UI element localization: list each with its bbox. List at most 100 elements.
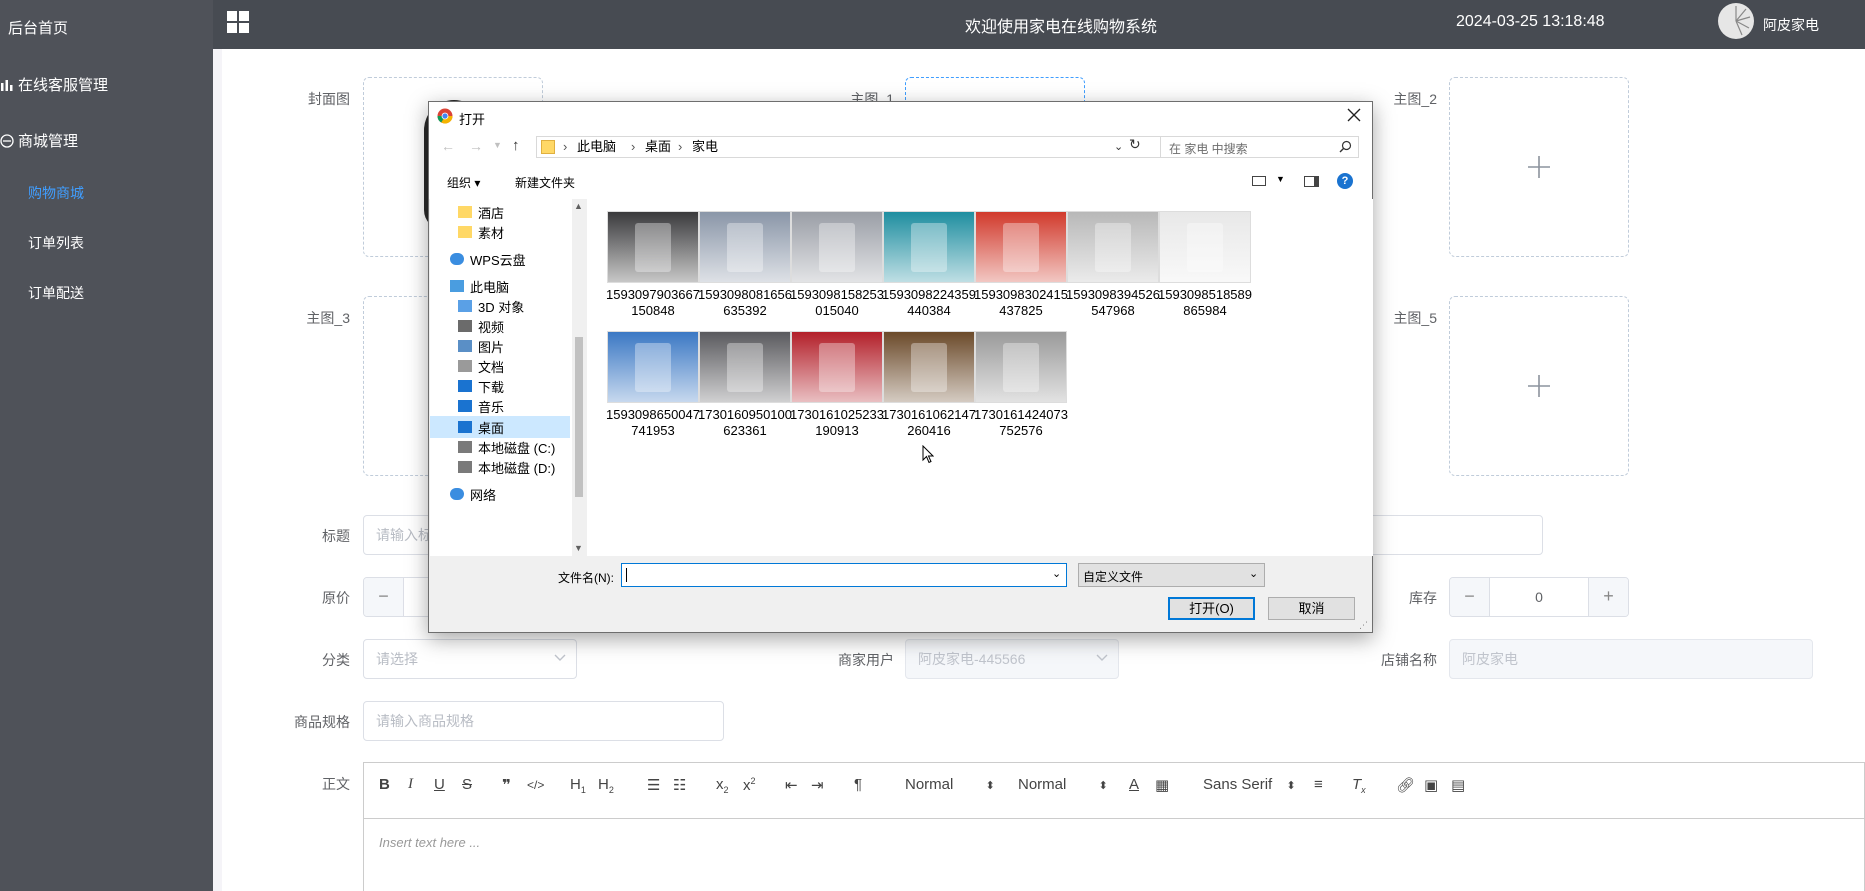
outdent-icon[interactable]: ⇤	[785, 776, 798, 794]
breadcrumb-this-pc[interactable]: 此电脑	[577, 137, 616, 157]
chevron-down-icon[interactable]: ⌄	[1052, 567, 1061, 580]
editor-body[interactable]: Insert text here ...	[379, 835, 480, 850]
main5-upload[interactable]	[1449, 296, 1629, 476]
sidebar-item-delivery[interactable]: 订单配送	[28, 283, 84, 303]
nav-item[interactable]: 3D 对象	[430, 295, 570, 317]
link-icon[interactable]: 🔗︎	[1396, 776, 1415, 794]
file-item[interactable]: 1593098394526 547968	[1061, 211, 1165, 319]
main2-upload[interactable]	[1449, 77, 1629, 257]
category-label: 分类	[322, 652, 350, 668]
file-item[interactable]: 1593097903667 150848	[601, 211, 705, 319]
close-icon[interactable]	[1347, 108, 1361, 122]
forward-arrow-icon[interactable]: →	[469, 138, 483, 154]
nav-item[interactable]: 下载	[430, 375, 570, 397]
bullet-list-icon[interactable]: ☷	[673, 776, 686, 794]
decrement-button[interactable]: −	[364, 578, 404, 616]
align-icon[interactable]: ≡	[1314, 776, 1323, 793]
clear-format-icon[interactable]: Tx	[1352, 776, 1366, 795]
sidebar-item-shop[interactable]: 商城管理	[0, 130, 78, 151]
nav-item[interactable]: 音乐	[430, 395, 570, 417]
blockquote-icon[interactable]: ❞	[502, 776, 511, 794]
nav-item[interactable]: 酒店	[430, 201, 570, 223]
code-block-icon[interactable]: </>	[527, 778, 544, 792]
view-icon[interactable]	[1252, 176, 1266, 186]
filename-input[interactable]: ⌄	[621, 563, 1067, 587]
nav-item[interactable]: 文档	[430, 355, 570, 377]
recent-chevron-icon[interactable]: ▼	[493, 140, 502, 150]
superscript-icon[interactable]: x2	[743, 776, 756, 794]
refresh-icon[interactable]: ↻	[1129, 136, 1141, 153]
nav-item[interactable]: 桌面	[430, 416, 570, 438]
view-chevron-icon[interactable]: ▼	[1276, 174, 1285, 184]
category-select[interactable]: 请选择	[363, 639, 577, 679]
font-color-icon[interactable]: A	[1129, 776, 1139, 793]
strike-icon[interactable]: S	[462, 776, 472, 793]
grid-menu-icon[interactable]	[227, 11, 249, 33]
nav-item[interactable]: 本地磁盘 (D:)	[430, 456, 570, 478]
file-item[interactable]: 1730161062147 260416	[877, 331, 981, 439]
up-arrow-icon[interactable]: ↑	[512, 137, 520, 154]
search-input[interactable]: 在 家电 中搜索	[1160, 136, 1359, 158]
ordered-list-icon[interactable]: ☰	[647, 776, 660, 794]
nav-item[interactable]: 此电脑	[430, 275, 570, 297]
sidebar-item-mall[interactable]: 购物商城	[28, 183, 84, 203]
nav-scrollbar[interactable]: ▲ ▼	[572, 199, 585, 556]
open-button[interactable]: 打开(O)	[1168, 597, 1255, 620]
sidebar-item-service[interactable]: 在线客服管理	[0, 74, 108, 95]
nav-item[interactable]: 网络	[430, 483, 570, 505]
file-item[interactable]: 1593098158253 015040	[785, 211, 889, 319]
file-item[interactable]: 1593098650047 741953	[601, 331, 705, 439]
decrement-button[interactable]: −	[1450, 578, 1490, 616]
file-item[interactable]: 1593098081656 635392	[693, 211, 797, 319]
nav-item[interactable]: 素材	[430, 221, 570, 243]
username[interactable]: 阿皮家电	[1763, 15, 1819, 35]
search-icon[interactable]	[1339, 140, 1352, 153]
background-color-icon[interactable]: ▦	[1155, 776, 1169, 794]
file-item[interactable]: 1593098518589 865984	[1153, 211, 1257, 319]
filetype-select[interactable]: 自定义文件 ⌄	[1078, 563, 1265, 587]
spec-input[interactable]: 请输入商品规格	[363, 701, 724, 741]
font-select[interactable]: Sans Serif ⬍	[1203, 776, 1296, 793]
merchant-select[interactable]: 阿皮家电-445566	[905, 639, 1119, 679]
nav-item[interactable]: 图片	[430, 335, 570, 357]
header1-icon[interactable]: H1	[570, 776, 586, 795]
bold-icon[interactable]: B	[379, 776, 390, 793]
file-item[interactable]: 1593098302415 437825	[969, 211, 1073, 319]
nav-item[interactable]: WPS云盘	[430, 248, 570, 270]
avatar[interactable]	[1718, 3, 1754, 39]
back-arrow-icon[interactable]: ←	[441, 138, 455, 154]
text-direction-icon[interactable]: ¶	[854, 776, 862, 793]
store-input[interactable]: 阿皮家电	[1449, 639, 1813, 679]
nav-item[interactable]: 视频	[430, 315, 570, 337]
sidebar-item-home[interactable]: 后台首页	[8, 17, 68, 38]
resize-grip-icon[interactable]: ⋰	[1359, 620, 1368, 631]
stock-stepper[interactable]: − 0 +	[1449, 577, 1629, 617]
file-name-line1: 1593098081656	[698, 287, 792, 302]
file-item[interactable]: 1730161424073 752576	[969, 331, 1073, 439]
image-icon[interactable]: ▣	[1424, 776, 1438, 794]
indent-icon[interactable]: ⇥	[811, 776, 824, 794]
new-folder-button[interactable]: 新建文件夹	[515, 174, 575, 191]
italic-icon[interactable]: I	[408, 776, 413, 793]
breadcrumb-appliances[interactable]: 家电	[692, 137, 718, 157]
size-select[interactable]: Normal ⬍	[905, 776, 995, 793]
underline-icon[interactable]: U	[434, 776, 445, 793]
subscript-icon[interactable]: x2	[716, 776, 729, 795]
video-icon[interactable]: ▤	[1451, 776, 1465, 794]
preview-pane-icon[interactable]	[1304, 176, 1319, 187]
header2-icon[interactable]: H2	[598, 776, 614, 795]
sidebar-item-label: 购物商城	[28, 185, 84, 201]
file-item[interactable]: 1593098224359 440384	[877, 211, 981, 319]
header-select[interactable]: Normal ⬍	[1018, 776, 1108, 793]
organize-button[interactable]: 组织 ▾	[447, 174, 480, 191]
stock-value[interactable]: 0	[1490, 578, 1588, 616]
cancel-button[interactable]: 取消	[1268, 597, 1355, 620]
chevron-down-icon[interactable]: ⌄	[1114, 137, 1123, 157]
nav-item[interactable]: 本地磁盘 (C:)	[430, 436, 570, 458]
increment-button[interactable]: +	[1588, 578, 1628, 616]
help-icon[interactable]: ?	[1337, 173, 1353, 189]
file-item[interactable]: 1730160950100 623361	[693, 331, 797, 439]
sidebar-item-orders[interactable]: 订单列表	[28, 233, 84, 253]
file-item[interactable]: 1730161025233 190913	[785, 331, 889, 439]
breadcrumb-desktop[interactable]: 桌面	[645, 137, 671, 157]
